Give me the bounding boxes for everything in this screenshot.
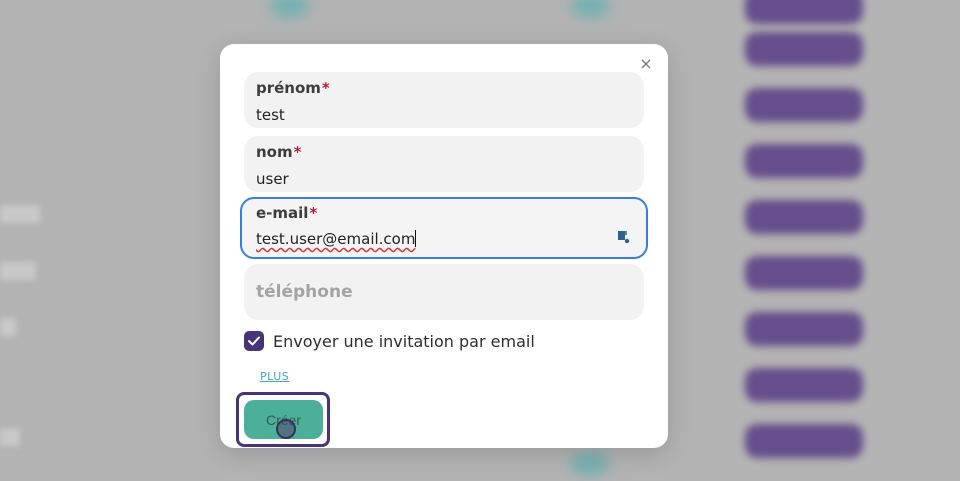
background-blur-shape (745, 88, 863, 122)
background-blur-shape (570, 0, 610, 18)
last-name-field[interactable]: nom* user (244, 136, 644, 192)
invite-option[interactable]: Envoyer une invitation par email (244, 329, 535, 353)
email-text: test.user@email.com (256, 230, 416, 248)
password-manager-icon[interactable] (616, 229, 630, 245)
background-blur-shape (745, 368, 863, 402)
required-mark: * (309, 204, 318, 222)
background-blur-shape (270, 0, 310, 18)
background-blur-shape (570, 452, 610, 476)
background-blur-shape (745, 312, 863, 346)
background-blur-shape (0, 428, 20, 446)
background-blur-shape (745, 32, 863, 66)
phone-field[interactable]: téléphone (244, 264, 644, 320)
required-mark: * (293, 143, 302, 161)
first-name-label: prénom* (256, 79, 330, 97)
background-blur-shape (0, 262, 36, 280)
phone-label: téléphone (256, 282, 353, 302)
background-blur-shape (745, 256, 863, 290)
background-blur-shape (0, 205, 40, 223)
background-blur-shape (0, 318, 16, 336)
mouse-cursor-indicator (276, 419, 296, 439)
email-label: e-mail* (256, 204, 318, 222)
check-icon (248, 336, 260, 346)
email-value: test.user@email.com (256, 230, 417, 248)
background-blur-shape (745, 0, 863, 24)
close-icon[interactable]: × (636, 54, 656, 74)
background-blur-shape (745, 200, 863, 234)
background-blur-shape (745, 424, 863, 458)
last-name-value: user (256, 170, 289, 188)
text-caret (415, 230, 417, 247)
last-name-label: nom* (256, 143, 302, 161)
first-name-field[interactable]: prénom* test (244, 72, 644, 128)
email-field[interactable]: e-mail* test.user@email.com (240, 197, 648, 259)
invite-checkbox-label: Envoyer une invitation par email (273, 331, 535, 351)
first-name-value: test (256, 106, 285, 124)
background-blur-shape (745, 144, 863, 178)
more-options-link[interactable]: PLUS (260, 370, 289, 383)
create-user-dialog: × prénom* test nom* user e-mail* test.us… (220, 44, 668, 448)
invite-checkbox[interactable] (244, 331, 264, 351)
required-mark: * (321, 79, 330, 97)
